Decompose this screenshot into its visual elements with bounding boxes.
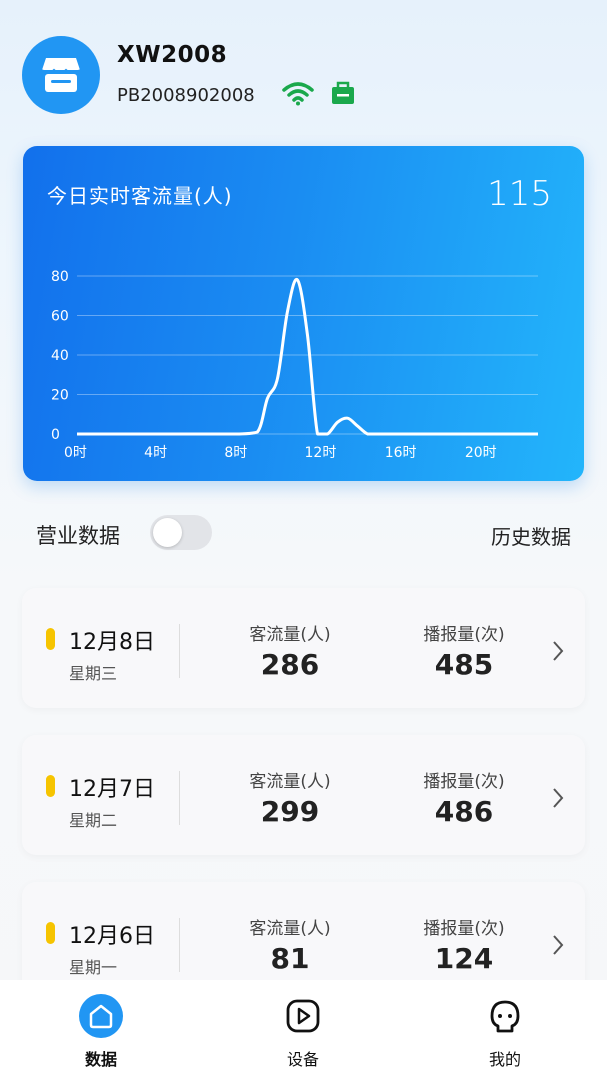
y-tick-label: 40 [51,348,69,364]
wifi-icon [282,82,314,106]
flow-label: 客流量(人) [249,772,331,792]
broadcast-label: 播报量(次) [423,919,505,939]
history-link[interactable]: 历史数据 [491,521,571,550]
nav-item-mine[interactable]: 我的 [445,980,565,1080]
broadcast-label: 播报量(次) [423,772,505,792]
x-tick-label: 16时 [385,445,417,461]
device-avatar[interactable] [22,36,100,114]
chevron-right-icon[interactable] [551,640,565,662]
device-header: XW2008 PB2008902008 [22,36,582,116]
x-tick-label: 12时 [305,445,337,461]
chevron-right-icon[interactable] [551,934,565,956]
x-tick-label: 8时 [224,445,247,461]
realtime-card: 今日实时客流量(人) 115 0 20 40 60 80 0时 4时 8时 12时 16时 20时 [23,146,584,481]
device-id: PB2008902008 [117,85,255,106]
divider [179,624,180,678]
nav-item-data[interactable]: 数据 [41,980,161,1080]
bag-icon [332,81,354,104]
bottom-nav: 数据 设备 我的 [0,980,607,1080]
nav-label-device: 设备 [286,1050,319,1069]
day-weekday: 星期一 [69,958,118,977]
day-weekday: 星期二 [69,811,118,830]
day-date: 12月6日 [69,924,155,949]
flow-label: 客流量(人) [249,625,331,645]
day-card[interactable]: 12月8日 星期三 客流量(人) 286 播报量(次) 485 [22,588,585,708]
x-tick-label: 4时 [144,445,167,461]
broadcast-value: 486 [434,795,494,828]
day-indicator [46,628,55,650]
day-indicator [46,775,55,797]
flow-value: 81 [270,942,310,975]
flow-label: 客流量(人) [249,919,331,939]
day-weekday: 星期三 [69,664,118,683]
y-tick-label: 0 [51,427,60,443]
day-indicator [46,922,55,944]
x-tick-label: 0时 [64,445,87,461]
realtime-chart: 0 20 40 60 80 0时 4时 8时 12时 16时 20时 [51,269,538,461]
y-tick-label: 80 [51,269,69,285]
broadcast-label: 播报量(次) [423,625,505,645]
nav-label-data: 数据 [84,1050,117,1069]
broadcast-value: 485 [434,648,494,681]
day-card[interactable]: 12月7日 星期二 客流量(人) 299 播报量(次) 486 [22,735,585,855]
flow-value: 299 [260,795,320,828]
y-tick-label: 60 [51,309,69,325]
broadcast-value: 124 [434,942,494,975]
flow-value: 286 [260,648,320,681]
toggle-knob [153,518,182,547]
chevron-right-icon[interactable] [551,787,565,809]
divider [179,918,180,972]
play-icon [286,999,320,1033]
divider [179,771,180,825]
device-name: XW2008 [117,42,228,68]
day-date: 12月8日 [69,630,155,655]
day-date: 12月7日 [69,777,155,802]
y-tick-label: 20 [51,388,69,404]
home-icon [79,994,123,1038]
x-tick-label: 20时 [465,445,497,461]
nav-item-device[interactable]: 设备 [243,980,363,1080]
business-label: 营业数据 [36,524,120,548]
nav-label-mine: 我的 [488,1050,521,1069]
business-toggle[interactable] [150,515,212,550]
face-icon [490,1000,520,1033]
store-icon [41,58,81,92]
series-line [77,277,538,436]
